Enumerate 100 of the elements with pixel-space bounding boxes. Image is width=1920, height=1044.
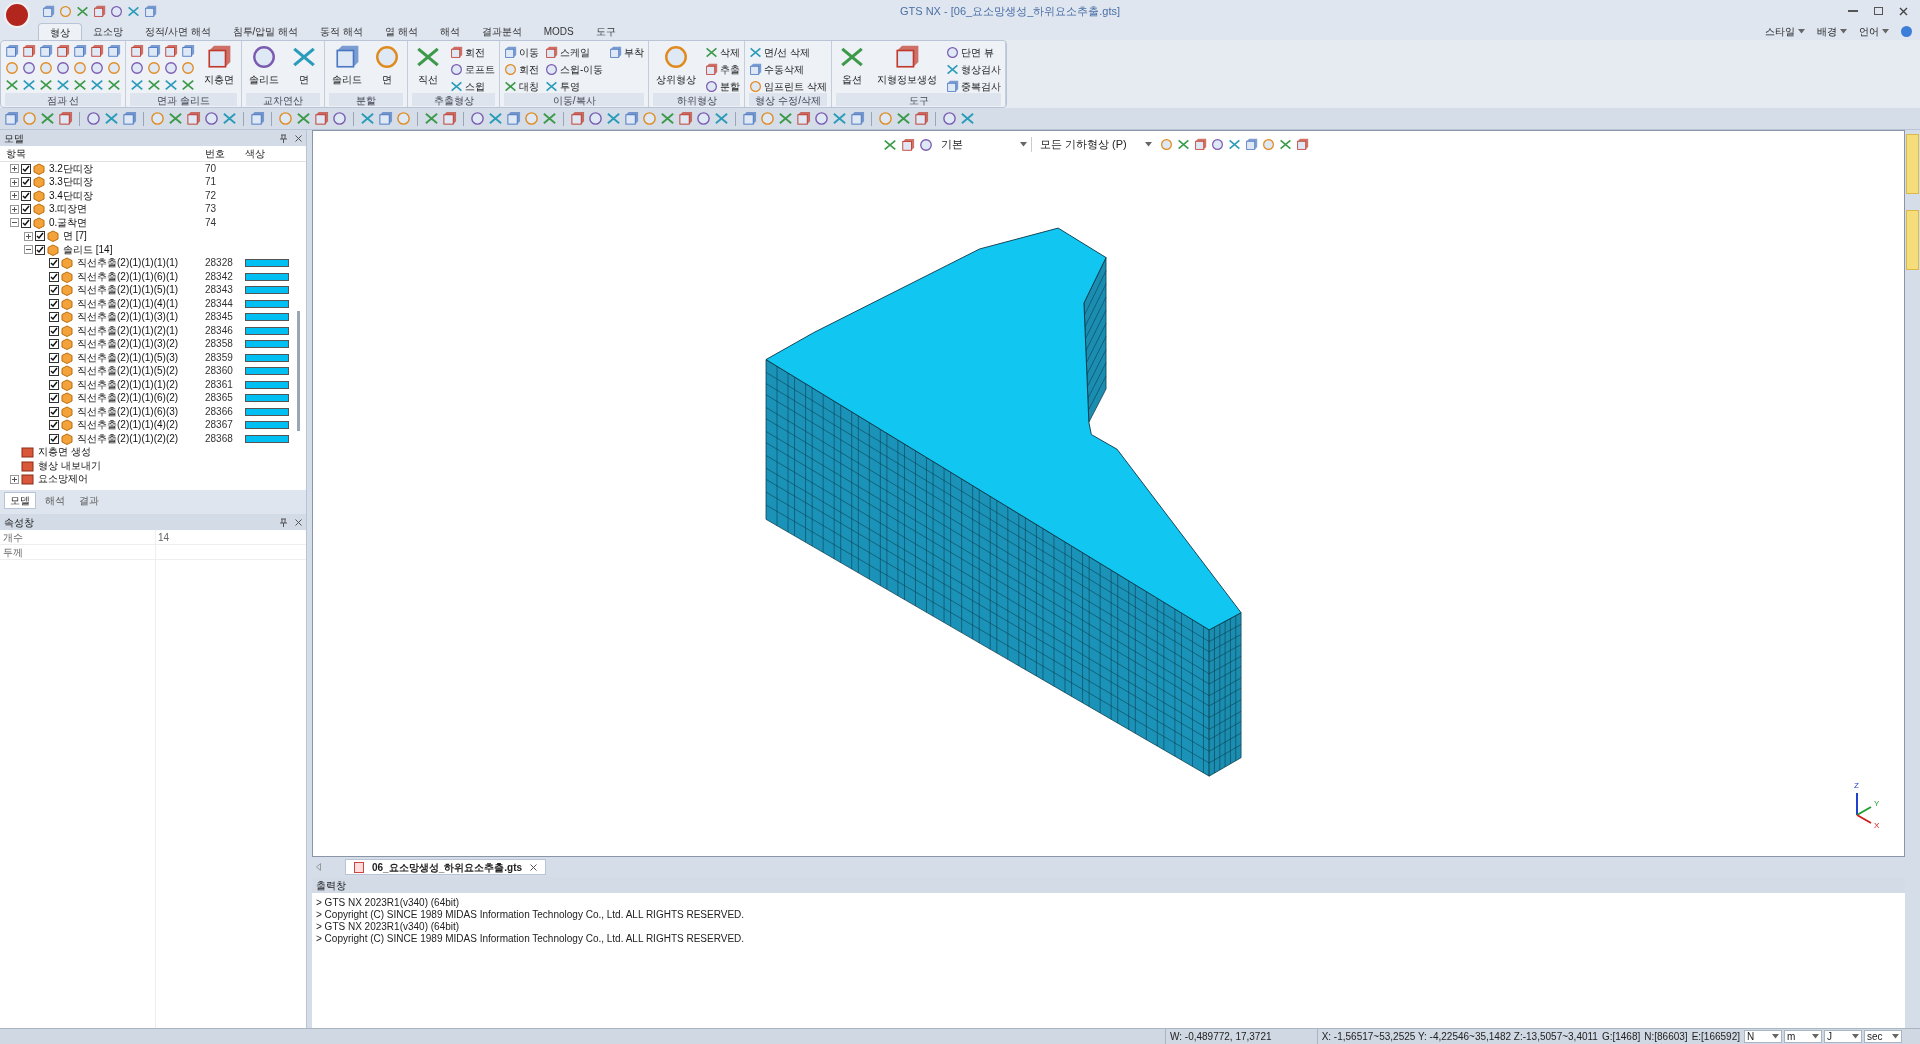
- circle-icon[interactable]: [278, 111, 293, 126]
- circle-icon[interactable]: [942, 111, 957, 126]
- cross-icon[interactable]: [1177, 138, 1190, 151]
- circle-icon[interactable]: [39, 61, 53, 75]
- ribbon-button[interactable]: 분할: [705, 78, 741, 94]
- tree-item-label[interactable]: 직선추출(2)(1)(1)(6)(2): [77, 393, 179, 404]
- tree-item-label[interactable]: 형상 내보내기: [38, 460, 101, 471]
- circle-icon[interactable]: [396, 111, 411, 126]
- cube-icon[interactable]: [1245, 138, 1258, 151]
- cube-icon[interactable]: [42, 4, 55, 18]
- expand-icon[interactable]: [10, 177, 19, 187]
- ribbon-button[interactable]: 스윕-이동: [545, 61, 604, 77]
- unit-dropdown[interactable]: N: [1744, 1030, 1782, 1043]
- ribbon-button[interactable]: 추출: [705, 61, 741, 77]
- panel-tab[interactable]: 모델: [4, 491, 36, 509]
- checkbox[interactable]: [49, 325, 59, 336]
- tree-item-label[interactable]: 면 [7]: [63, 231, 87, 242]
- circle-icon[interactable]: [1160, 138, 1173, 151]
- ribbon-button[interactable]: 회전: [504, 61, 539, 77]
- document-tab[interactable]: 06_요소망생성_하위요소추출.gts: [345, 859, 547, 875]
- column-header[interactable]: 번호: [205, 146, 245, 161]
- ribbon-button[interactable]: 중복검사: [946, 78, 1002, 94]
- collapse-icon[interactable]: [24, 245, 33, 255]
- checkbox[interactable]: [49, 393, 59, 404]
- ribbon-button[interactable]: 로프트: [450, 61, 495, 77]
- filter-dropdown[interactable]: 기본: [937, 137, 1032, 152]
- circle-icon[interactable]: [150, 111, 165, 126]
- checkbox[interactable]: [49, 285, 59, 296]
- ribbon-button[interactable]: 회전: [450, 44, 495, 60]
- geometry-dropdown[interactable]: 모든 기하형상 (P): [1036, 137, 1156, 152]
- cube-icon[interactable]: [39, 44, 53, 58]
- ribbon-tab[interactable]: MODS: [532, 23, 585, 40]
- cube-icon[interactable]: [164, 44, 178, 58]
- tree-item-label[interactable]: 0.굴착면: [49, 217, 88, 228]
- cube-icon[interactable]: [742, 111, 757, 126]
- cross-icon[interactable]: [714, 111, 729, 126]
- checkbox[interactable]: [49, 298, 59, 309]
- cross-icon[interactable]: [164, 78, 178, 92]
- checkbox[interactable]: [49, 339, 59, 350]
- expand-icon[interactable]: [24, 231, 33, 241]
- cube-icon[interactable]: [442, 111, 457, 126]
- ribbon-tab[interactable]: 요소망: [82, 23, 134, 40]
- cross-icon[interactable]: [130, 78, 144, 92]
- checkbox[interactable]: [49, 258, 59, 269]
- ribbon-tab[interactable]: 형상: [38, 23, 82, 40]
- checkbox[interactable]: [21, 177, 31, 188]
- checkbox[interactable]: [49, 352, 59, 363]
- cross-icon[interactable]: [778, 111, 793, 126]
- tree-item-label[interactable]: 3.2단띠장: [49, 163, 93, 174]
- tree-item-label[interactable]: 솔리드 [14]: [63, 244, 113, 255]
- cross-icon[interactable]: [424, 111, 439, 126]
- circle-icon[interactable]: [164, 61, 178, 75]
- ribbon-tab[interactable]: 해석: [428, 23, 471, 40]
- scrollbar[interactable]: [297, 311, 300, 431]
- circle-icon[interactable]: [56, 61, 70, 75]
- menu-dropdown[interactable]: 스타일: [1765, 23, 1805, 39]
- 3d-viewport[interactable]: 기본 모든 기하형상 (P) Z Y X: [312, 130, 1905, 857]
- circle-icon[interactable]: [73, 61, 87, 75]
- panel-tab[interactable]: 결과: [74, 491, 104, 509]
- tree-item-label[interactable]: 3.4단띠장: [49, 190, 93, 201]
- checkbox[interactable]: [21, 163, 31, 174]
- cube-icon[interactable]: [5, 44, 19, 58]
- ribbon-tab[interactable]: 동적 해석: [309, 23, 374, 40]
- unit-dropdown[interactable]: sec: [1864, 1030, 1902, 1043]
- circle-icon[interactable]: [5, 61, 19, 75]
- cube-icon[interactable]: [181, 44, 195, 58]
- cross-icon[interactable]: [960, 111, 975, 126]
- checkbox[interactable]: [49, 420, 59, 431]
- cross-icon[interactable]: [542, 111, 557, 126]
- ribbon-tab[interactable]: 정적/사면 해석: [134, 23, 222, 40]
- cube-icon[interactable]: [506, 111, 521, 126]
- cube-icon[interactable]: [250, 111, 265, 126]
- ribbon-button[interactable]: 옵션: [836, 44, 869, 87]
- tree-item-label[interactable]: 직선추출(2)(1)(1)(2)(2): [77, 433, 179, 444]
- ribbon-button[interactable]: 대칭: [504, 78, 539, 94]
- column-header[interactable]: 색상: [245, 146, 295, 161]
- cross-icon[interactable]: [1279, 138, 1292, 151]
- cube-icon[interactable]: [22, 44, 36, 58]
- cross-icon[interactable]: [147, 78, 161, 92]
- cross-icon[interactable]: [22, 78, 36, 92]
- ribbon-button[interactable]: 지층면: [201, 44, 237, 87]
- tree-item-label[interactable]: 직선추출(2)(1)(1)(4)(2): [77, 420, 179, 431]
- cube-icon[interactable]: [914, 111, 929, 126]
- unit-dropdown[interactable]: J: [1824, 1030, 1862, 1043]
- cross-icon[interactable]: [127, 4, 140, 18]
- circle-icon[interactable]: [588, 111, 603, 126]
- menu-dropdown[interactable]: 언어: [1859, 23, 1889, 39]
- close-icon[interactable]: [1899, 6, 1908, 16]
- tree-item-label[interactable]: 직선추출(2)(1)(1)(5)(2): [77, 366, 179, 377]
- cube-icon[interactable]: [56, 44, 70, 58]
- circle-icon[interactable]: [332, 111, 347, 126]
- circle-icon[interactable]: [696, 111, 711, 126]
- cube-icon[interactable]: [93, 4, 106, 18]
- cross-icon[interactable]: [360, 111, 375, 126]
- pin-icon[interactable]: [280, 517, 287, 527]
- ribbon-button[interactable]: 솔리드: [246, 44, 282, 87]
- checkbox[interactable]: [21, 217, 31, 228]
- restore-button[interactable]: [1874, 7, 1883, 15]
- ribbon-button[interactable]: 직선: [412, 44, 444, 87]
- circle-icon[interactable]: [22, 61, 36, 75]
